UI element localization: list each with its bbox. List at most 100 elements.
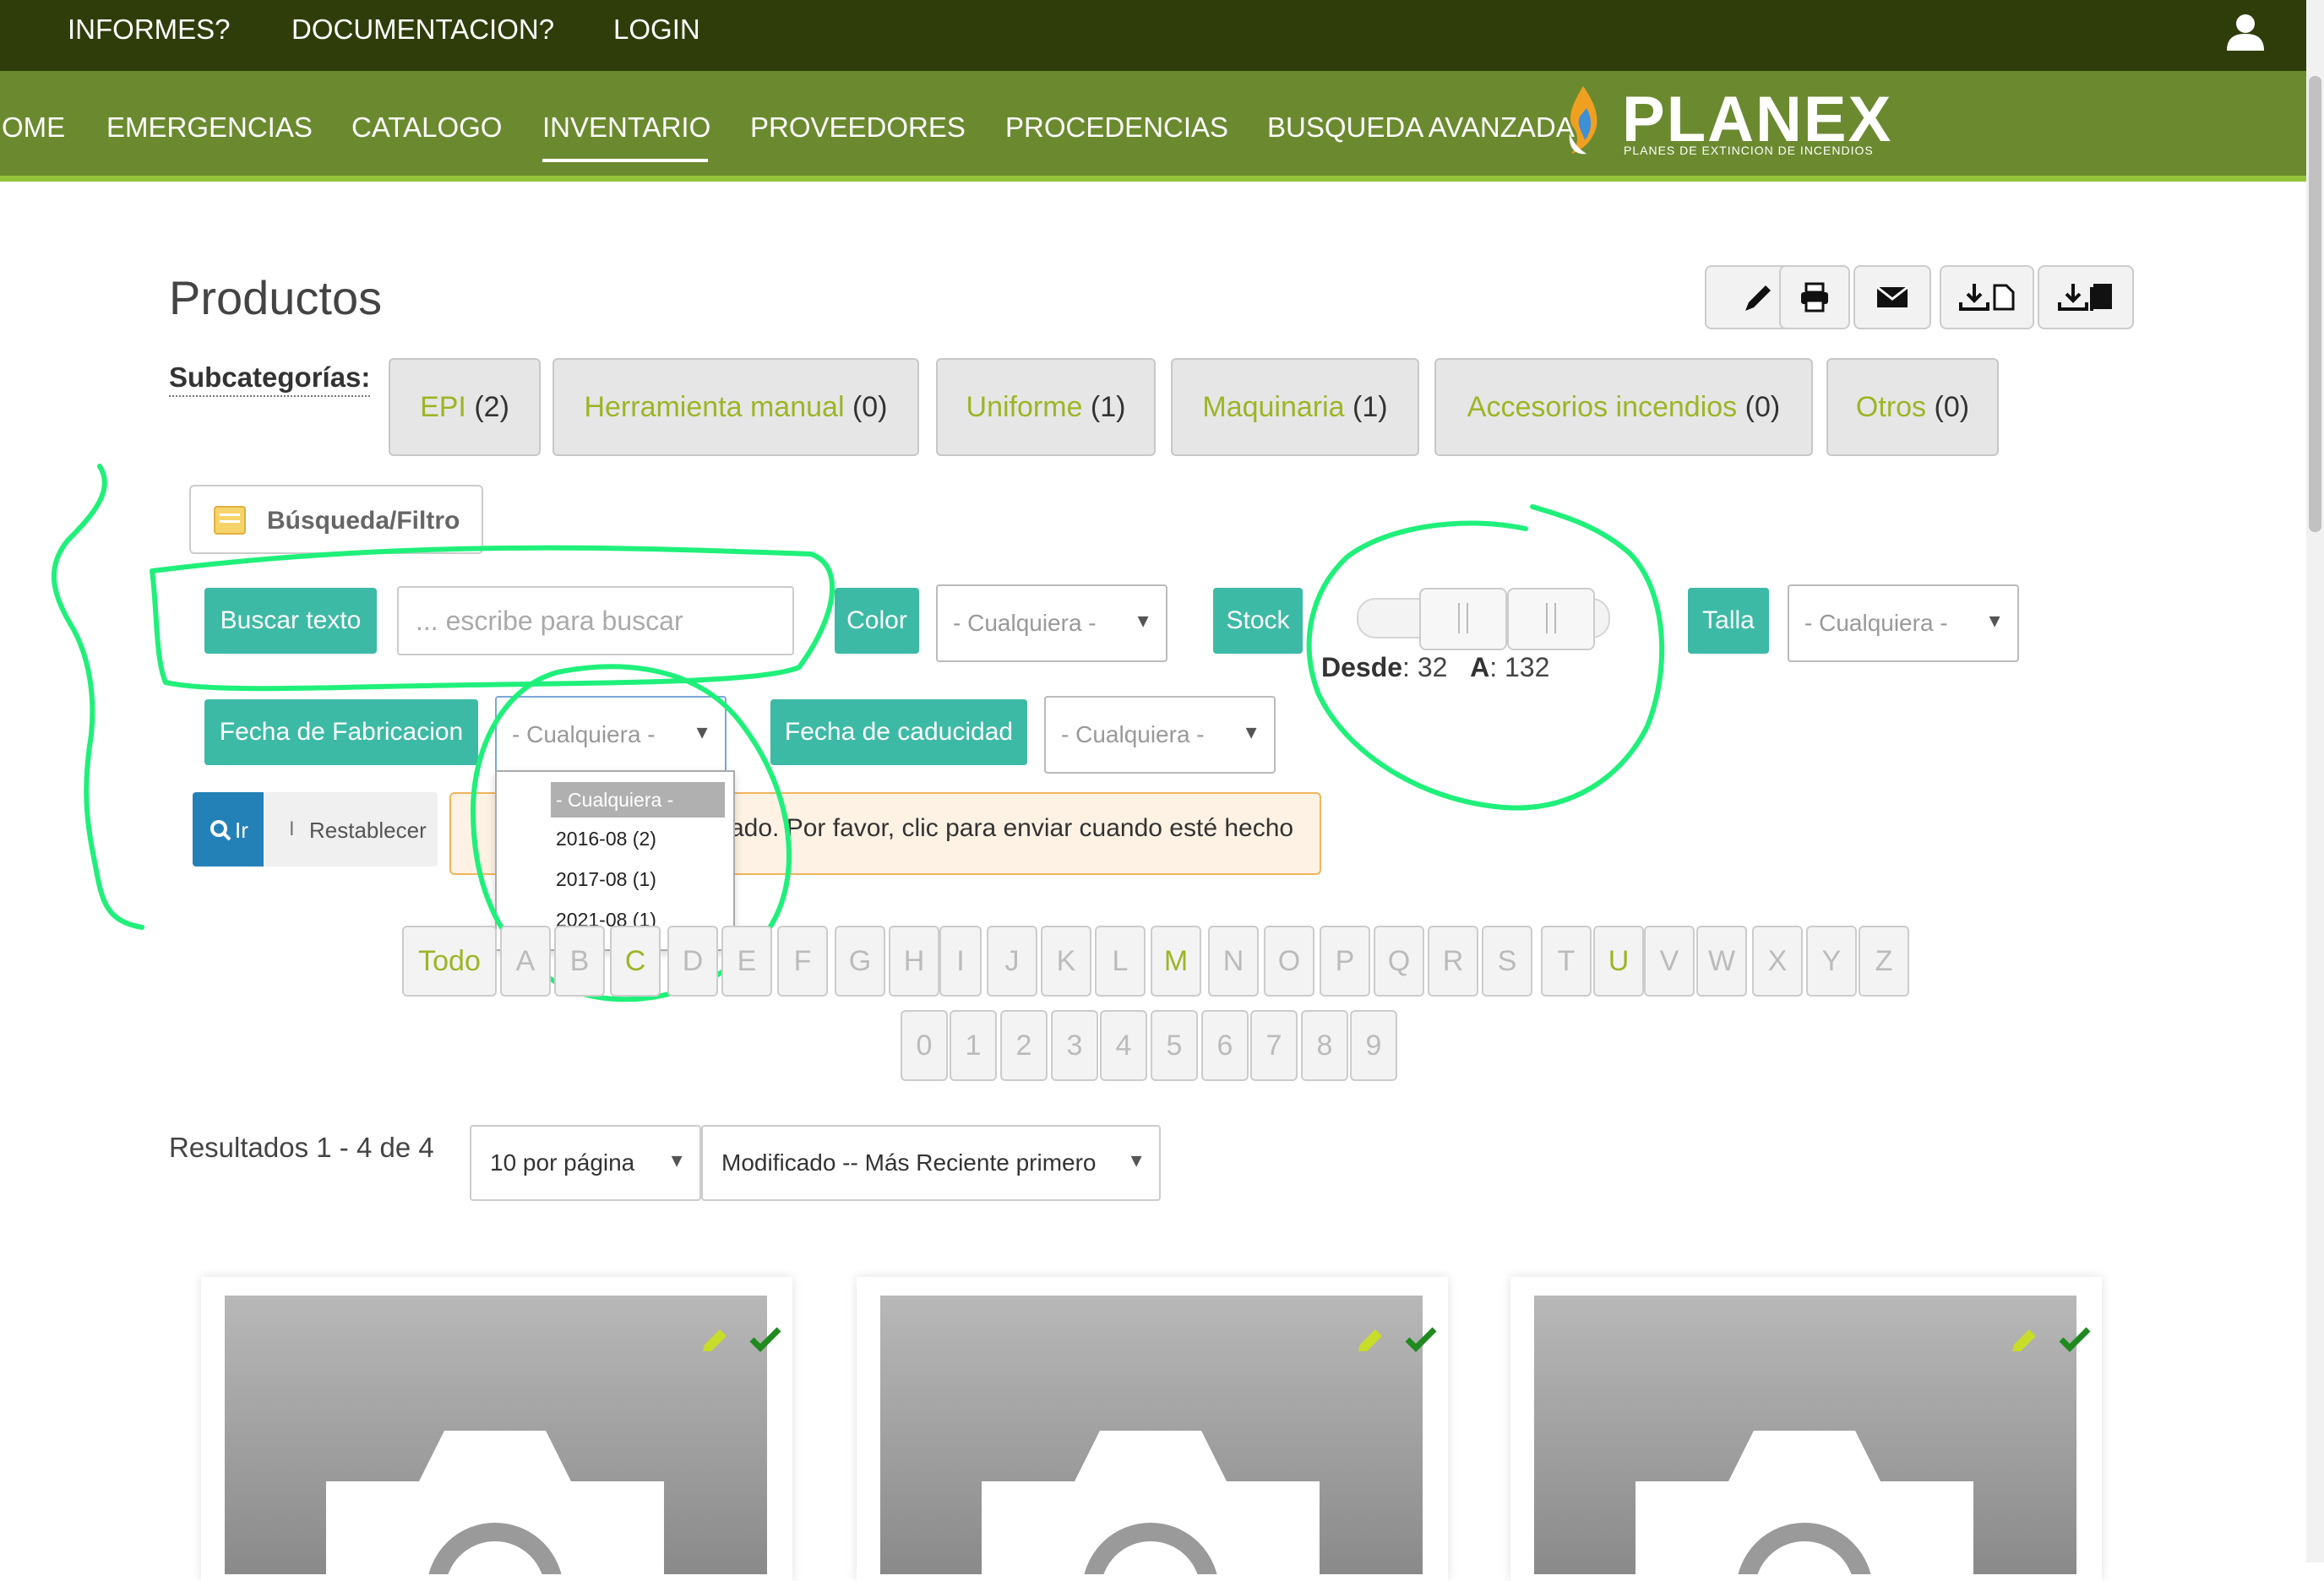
nav-item-inventario[interactable]: INVENTARIO (542, 111, 710, 144)
alphabet-letter-r[interactable]: R (1428, 926, 1478, 997)
product-card[interactable] (857, 1277, 1448, 1581)
nav-item-proveedores[interactable]: PROVEEDORES (750, 111, 966, 144)
talla-select[interactable]: - Cualquiera - ▼ (1788, 584, 2019, 662)
reset-button[interactable]: I Restablecer (264, 792, 438, 867)
nav-item-home[interactable]: OME (2, 111, 65, 144)
alphabet-letter-e[interactable]: E (721, 926, 772, 997)
export-document-button[interactable] (1940, 265, 2034, 329)
dropdown-option[interactable]: - Cualquiera - (551, 782, 725, 818)
nav-item-procedencias[interactable]: PROCEDENCIAS (1005, 111, 1228, 144)
alphabet-letter-y[interactable]: Y (1806, 926, 1857, 997)
color-select[interactable]: - Cualquiera - ▼ (936, 584, 1167, 662)
digit-button-4[interactable]: 4 (1100, 1010, 1147, 1081)
go-button[interactable]: Ir (193, 792, 264, 867)
digit-button-0[interactable]: 0 (901, 1010, 948, 1081)
export-book-icon (2058, 284, 2112, 311)
stock-max-handle[interactable] (1507, 588, 1595, 650)
subcategory-epi[interactable]: EPI (2) (389, 358, 541, 456)
alphabet-letter-c[interactable]: C (610, 926, 661, 997)
search-filter-toggle[interactable]: Búsqueda/Filtro (189, 485, 483, 554)
sort-value: Modificado -- Más Reciente primero (721, 1149, 1097, 1176)
subcategory-count: (2) (474, 391, 509, 423)
check-icon (2059, 1327, 2091, 1352)
product-card[interactable] (201, 1277, 792, 1581)
digit-button-3[interactable]: 3 (1051, 1010, 1098, 1081)
login-link[interactable]: LOGIN (613, 14, 700, 46)
subcategory-maquinaria[interactable]: Maquinaria (1) (1171, 358, 1419, 456)
dropdown-option[interactable]: 2017-08 (1) (551, 861, 716, 897)
edit-icon[interactable] (699, 1326, 733, 1356)
user-icon[interactable] (2225, 12, 2266, 52)
alphabet-letter-l[interactable]: L (1095, 926, 1146, 997)
check-icon (1405, 1327, 1437, 1352)
search-icon (210, 820, 231, 841)
sort-select[interactable]: Modificado -- Más Reciente primero ▼ (701, 1125, 1161, 1201)
fecha-caducidad-select[interactable]: - Cualquiera - ▼ (1044, 696, 1276, 774)
stock-from-value: 32 (1417, 652, 1448, 682)
alphabet-letter-q[interactable]: Q (1374, 926, 1424, 997)
alphabet-letter-j[interactable]: J (987, 926, 1037, 997)
alphabet-letter-k[interactable]: K (1041, 926, 1091, 997)
subcategory-count: (1) (1352, 391, 1388, 423)
nav-item-busqueda-avanzada[interactable]: BUSQUEDA AVANZADA (1267, 111, 1575, 144)
digit-button-2[interactable]: 2 (1000, 1010, 1048, 1081)
product-card[interactable] (1510, 1277, 2102, 1581)
digit-button-7[interactable]: 7 (1250, 1010, 1298, 1081)
alphabet-letter-h[interactable]: H (889, 926, 939, 997)
color-select-value: - Cualquiera - (953, 610, 1097, 636)
informes-link[interactable]: INFORMES? (68, 14, 231, 46)
digit-button-5[interactable]: 5 (1151, 1010, 1198, 1081)
edit-icon[interactable] (2009, 1326, 2043, 1356)
subcategory-uniforme[interactable]: Uniforme (1) (936, 358, 1156, 456)
email-button[interactable] (1853, 265, 1931, 329)
digit-button-6[interactable]: 6 (1201, 1010, 1249, 1081)
subcategory-count: (0) (852, 391, 888, 423)
alphabet-letter-n[interactable]: N (1208, 926, 1259, 997)
alphabet-letter-s[interactable]: S (1482, 926, 1532, 997)
subcategory-accesorios-incendios[interactable]: Accesorios incendios (0) (1434, 358, 1813, 456)
edit-icon[interactable] (1355, 1326, 1389, 1356)
alphabet-letter-t[interactable]: T (1541, 926, 1592, 997)
alphabet-letter-z[interactable]: Z (1859, 926, 1909, 997)
dropdown-option[interactable]: 2016-08 (2) (551, 821, 716, 856)
digit-button-8[interactable]: 8 (1301, 1010, 1348, 1081)
search-input[interactable] (397, 586, 794, 655)
stock-to-value: 132 (1504, 652, 1550, 682)
print-button[interactable] (1779, 265, 1850, 329)
alphabet-letter-b[interactable]: B (554, 926, 605, 997)
nav-item-catalogo[interactable]: CATALOGO (351, 111, 502, 144)
scrollbar-thumb[interactable] (2309, 76, 2321, 532)
alphabet-letter-i[interactable]: I (939, 926, 982, 997)
export-book-button[interactable] (2038, 265, 2134, 329)
search-filter-label: Búsqueda/Filtro (267, 507, 460, 535)
alphabet-letter-o[interactable]: O (1264, 926, 1314, 997)
top-bar: INFORMES? DOCUMENTACION? LOGIN (0, 0, 2306, 71)
alphabet-all-button[interactable]: Todo (402, 926, 497, 997)
alphabet-letter-f[interactable]: F (777, 926, 828, 997)
nav-item-emergencias[interactable]: EMERGENCIAS (106, 111, 313, 144)
subcategory-name: Uniforme (966, 391, 1083, 423)
alphabet-letter-g[interactable]: G (835, 926, 885, 997)
stock-min-handle[interactable] (1419, 588, 1507, 650)
mail-icon (1876, 285, 1908, 307)
fecha-fabricacion-dropdown[interactable]: - Cualquiera - 2016-08 (2) 2017-08 (1) 2… (495, 770, 735, 951)
digit-button-1[interactable]: 1 (950, 1010, 997, 1081)
alphabet-letter-p[interactable]: P (1320, 926, 1370, 997)
subcategory-herramienta-manual[interactable]: Herramienta manual (0) (552, 358, 919, 456)
documentacion-link[interactable]: DOCUMENTACION? (291, 14, 554, 46)
alphabet-letter-x[interactable]: X (1752, 926, 1803, 997)
fecha-fabricacion-select[interactable]: - Cualquiera - ▼ (495, 696, 727, 774)
folder-icon (214, 506, 246, 535)
alphabet-letter-v[interactable]: V (1644, 926, 1695, 997)
per-page-select[interactable]: 10 por página ▼ (470, 1125, 701, 1201)
alphabet-letter-w[interactable]: W (1696, 926, 1747, 997)
subcategory-count: (0) (1934, 391, 1970, 423)
alphabet-letter-a[interactable]: A (500, 926, 551, 997)
subcategory-otros[interactable]: Otros (0) (1826, 358, 1999, 456)
camera-icon (982, 1431, 1320, 1574)
alphabet-letter-u[interactable]: U (1593, 926, 1644, 997)
stock-label: Stock (1213, 588, 1303, 654)
digit-button-9[interactable]: 9 (1350, 1010, 1397, 1081)
alphabet-letter-d[interactable]: D (667, 926, 718, 997)
alphabet-letter-m[interactable]: M (1151, 926, 1201, 997)
